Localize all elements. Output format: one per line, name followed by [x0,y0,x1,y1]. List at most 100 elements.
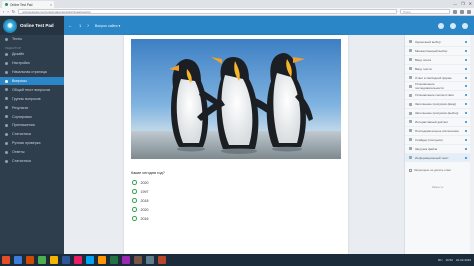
radio-icon[interactable] [132,207,137,212]
taskbar-app-icon[interactable] [110,256,118,264]
sidebar-item-tests[interactable]: Тесты [0,35,64,44]
question-type-item[interactable]: Установление соответствия [405,91,470,101]
close-tab-icon[interactable]: × [50,3,52,7]
question-type-item[interactable]: Слайдер (ползунок) [405,136,470,145]
taskbar-app-icon[interactable] [134,256,142,264]
next-arrow-icon[interactable]: › [87,23,89,29]
answer-option[interactable]: 2020 [132,205,149,214]
close-button[interactable]: Закрыть [418,184,458,190]
reload-icon[interactable]: ↻ [12,9,15,14]
menu-item-icon [5,115,8,119]
question-type-item[interactable]: Множественный выбор [405,47,470,56]
radio-icon[interactable] [132,189,137,194]
browser-tab-bar: Online Test Pad × — ❐ ✕ [0,0,474,8]
window-controls: — ❐ ✕ [453,1,472,6]
question-type-icon [409,120,412,124]
info-dot-icon [465,94,467,97]
radio-icon[interactable] [132,216,137,221]
question-type-item[interactable]: Ввод числа [405,56,470,65]
menu-item-icon [5,88,8,92]
sidebar-item[interactable]: Ручная проверка [0,139,64,148]
question-type-item[interactable]: Последовательное исключение [405,127,470,136]
taskbar-app-icon[interactable] [122,256,130,264]
clock[interactable]: 16:52 [445,258,453,262]
taskbar-app-icon[interactable] [26,256,34,264]
user-icon[interactable] [438,22,444,29]
taskbar-app-icon[interactable] [14,256,22,264]
answer-option-label: 2016 [140,216,149,221]
browser-search-field[interactable]: Поиск [400,9,450,14]
taskbar-app-icon[interactable] [50,256,58,264]
answer-option[interactable]: 2020 [132,178,149,187]
tab-title: Online Test Pad [10,2,33,7]
sidebar-item[interactable]: Группы вопросов [0,94,64,103]
question-type-item[interactable]: Установление последовательности [405,82,470,92]
menu-item-icon [5,79,8,83]
language-indicator[interactable]: RU [438,258,442,262]
question-type-label: Установление последовательности [415,82,444,91]
question-dropdown[interactable]: Вопрос сайта ▾ [95,24,120,28]
required-answer-option[interactable]: Запрещено не делать ответ [405,166,470,174]
info-dot-icon [465,58,467,61]
taskbar-app-icon[interactable] [86,256,94,264]
question-type-label: Множественный выбор [415,48,448,53]
language-flag-icon[interactable] [462,22,468,29]
question-type-item[interactable]: Информационный текст [405,153,470,163]
sidebar-item[interactable]: Общий текст вопросов [0,85,64,94]
sidebar-item[interactable]: Начальная страница [0,68,64,77]
question-type-item[interactable]: Ввод текста [405,65,470,74]
bookmark-icon[interactable] [453,9,457,14]
url-field[interactable]: onlinetestpad.com/ru/testmaker/test/edit… [18,9,397,14]
help-icon[interactable] [450,22,456,29]
sidebar-item[interactable]: Статистика [0,130,64,139]
taskbar-app-icon[interactable] [38,256,46,264]
sidebar-item[interactable]: Настройки [0,59,64,68]
taskbar-app-icon[interactable] [2,256,10,264]
menu-icon[interactable] [467,9,471,14]
sidebar-item-label: Группы вопросов [12,96,41,101]
sidebar-item[interactable]: Ответы [0,148,64,157]
radio-icon[interactable] [132,180,137,185]
question-type-item[interactable]: Заполнение пропусков (ввод) [405,100,470,110]
question-type-label: Одиночный выбор [415,39,441,44]
taskbar-app-icon[interactable] [74,256,82,264]
taskbar-app-icon[interactable] [158,256,166,264]
taskbar-app-icon[interactable] [62,256,70,264]
sidebar-item[interactable]: Дизайн [0,50,64,59]
back-arrow-icon[interactable]: ← [68,23,73,29]
sidebar-item[interactable]: Статистика [0,157,64,166]
sidebar-item[interactable]: Сортировки [0,112,64,121]
taskbar-app-icon[interactable] [98,256,106,264]
download-icon[interactable] [460,9,464,14]
answer-option[interactable]: 1997 [132,187,149,196]
close-window-button[interactable]: ✕ [469,1,472,6]
sidebar-item[interactable]: Результат [0,103,64,112]
question-type-icon [409,49,412,53]
answer-option[interactable]: 2018 [132,196,149,205]
page-scrollbar[interactable] [470,35,474,254]
answer-option[interactable]: 2016 [132,214,149,223]
question-type-label: Слайдер (ползунок) [415,137,443,142]
question-type-item[interactable]: Загрузка файла [405,145,470,154]
sidebar-item[interactable]: Вопросы [0,76,64,86]
radio-icon[interactable] [132,198,137,203]
question-type-label: Информационный текст [415,155,449,160]
os-taskbar: RU 16:52 01.02.2019 [0,254,474,266]
taskbar-app-icon[interactable] [146,256,154,264]
brand[interactable]: ◉ Online Test Pad [0,16,64,35]
maximize-button[interactable]: ❐ [461,1,465,6]
question-type-item[interactable]: Интерактивный диктант [405,118,470,127]
minimize-button[interactable]: — [453,1,457,6]
checkbox-icon[interactable] [409,168,412,172]
forward-icon[interactable]: › [7,9,8,14]
question-type-icon [409,93,412,97]
question-type-item[interactable]: Одиночный выбор [405,38,470,47]
question-type-item[interactable]: Ответ в свободной форме [405,74,470,83]
answer-option-label: 2020 [140,207,149,212]
date[interactable]: 01.02.2019 [456,258,471,262]
question-type-item[interactable]: Заполнение пропусков (выбор) [405,109,470,119]
back-icon[interactable]: ‹ [3,9,4,14]
browser-tab[interactable]: Online Test Pad × [2,1,54,8]
sidebar-item-label: Дизайн [12,52,25,57]
sidebar-item[interactable]: Приглашения [0,121,64,130]
